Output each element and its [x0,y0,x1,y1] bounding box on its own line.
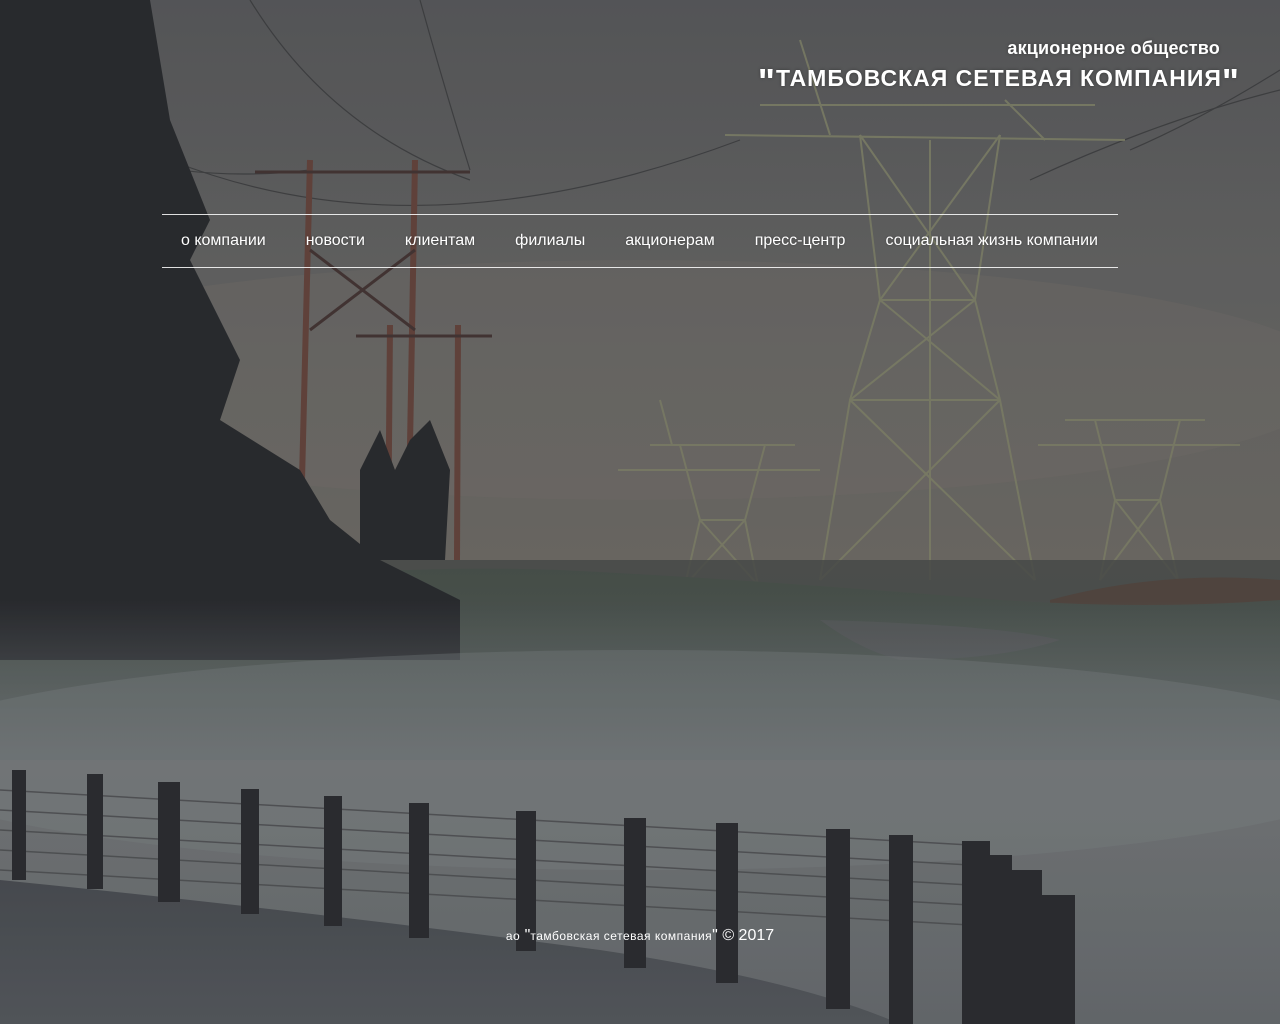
nav-item-about[interactable]: о компании [181,232,266,250]
footer-prefix: ао [505,929,521,943]
main-nav: о компании новости клиентам филиалы акци… [162,214,1118,268]
footer-copyright: © 2017 [722,927,775,944]
nav-item-clients[interactable]: клиентам [405,232,475,250]
site-footer: ао "тамбовская сетевая компания" © 2017 [0,927,1280,945]
footer-company: тамбовская сетевая компания [530,929,713,943]
org-name-text: тамбовская сетевая компания [775,65,1222,91]
title-close-quote: " [1221,61,1240,102]
background-photo [0,0,1280,1024]
nav-item-news[interactable]: новости [306,232,365,250]
title-open-quote: " [757,61,776,102]
nav-item-branches[interactable]: филиалы [515,232,585,250]
nav-item-social-life[interactable]: социальная жизнь компании [885,232,1098,250]
nav-item-shareholders[interactable]: акционерам [625,232,714,250]
org-type-label: акционерное общество [1007,38,1220,58]
org-name-title[interactable]: "тамбовская сетевая компания" [758,64,1240,100]
site-header: акционерное общество "тамбовская сетевая… [758,38,1240,100]
footer-close-quote: " [712,927,718,944]
nav-item-press-center[interactable]: пресс-центр [755,232,846,250]
